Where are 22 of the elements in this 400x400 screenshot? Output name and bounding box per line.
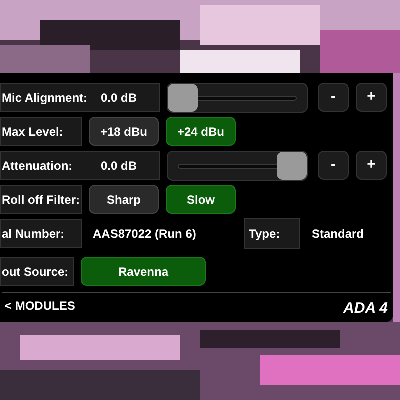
minus-button[interactable]: - [318, 151, 349, 180]
setting-label: out Source: [0, 257, 74, 286]
setting-label: al Number: [0, 219, 82, 248]
option-button[interactable]: +18 dBu [89, 117, 159, 146]
setting-label: Type: [244, 218, 300, 249]
back-link[interactable]: < MODULES [5, 297, 76, 315]
setting-value: 0.0 dB [101, 158, 138, 174]
setting-value: AAS87022 (Run 6) [92, 226, 198, 242]
setting-label: Max Level: [0, 117, 82, 146]
option-button[interactable]: Ravenna [81, 257, 206, 286]
minus-button[interactable]: - [318, 83, 349, 112]
setting-label: Attenuation: [1, 158, 74, 174]
setting-label: Roll off Filter: [0, 185, 82, 214]
option-button[interactable]: +24 dBu [166, 117, 236, 146]
setting-label: Mic Alignment: [1, 90, 89, 106]
plus-button[interactable]: + [356, 151, 387, 180]
module-title: ADA 4 [344, 298, 388, 318]
plus-button[interactable]: + [356, 83, 387, 112]
setting-value: 0.0 dB [101, 90, 138, 106]
setting-value: Standard [311, 226, 364, 242]
option-button[interactable]: Sharp [89, 185, 159, 214]
option-button[interactable]: Slow [166, 185, 236, 214]
